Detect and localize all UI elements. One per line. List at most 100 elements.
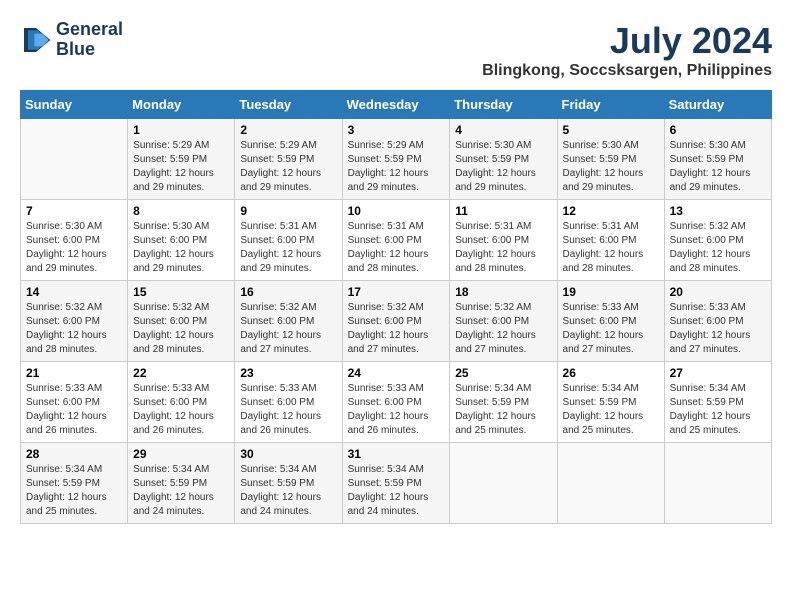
header-monday: Monday bbox=[128, 91, 235, 119]
header-sunday: Sunday bbox=[21, 91, 128, 119]
day-number: 18 bbox=[455, 285, 551, 299]
day-info: Sunrise: 5:34 AM Sunset: 5:59 PM Dayligh… bbox=[670, 382, 766, 438]
day-info: Sunrise: 5:32 AM Sunset: 6:00 PM Dayligh… bbox=[26, 301, 122, 357]
day-number: 29 bbox=[133, 447, 229, 461]
calendar-cell: 10 Sunrise: 5:31 AM Sunset: 6:00 PM Dayli… bbox=[342, 200, 450, 281]
calendar-cell: 18 Sunrise: 5:32 AM Sunset: 6:00 PM Dayli… bbox=[450, 281, 557, 362]
day-number: 15 bbox=[133, 285, 229, 299]
calendar-cell: 5 Sunrise: 5:30 AM Sunset: 5:59 PM Daylig… bbox=[557, 119, 664, 200]
day-info: Sunrise: 5:31 AM Sunset: 6:00 PM Dayligh… bbox=[240, 220, 336, 276]
calendar-cell: 14 Sunrise: 5:32 AM Sunset: 6:00 PM Dayli… bbox=[21, 281, 128, 362]
day-info: Sunrise: 5:34 AM Sunset: 5:59 PM Dayligh… bbox=[133, 463, 229, 519]
calendar-header-row: SundayMondayTuesdayWednesdayThursdayFrid… bbox=[21, 91, 772, 119]
calendar-cell: 28 Sunrise: 5:34 AM Sunset: 5:59 PM Dayli… bbox=[21, 443, 128, 524]
header-thursday: Thursday bbox=[450, 91, 557, 119]
calendar-cell: 13 Sunrise: 5:32 AM Sunset: 6:00 PM Dayli… bbox=[664, 200, 771, 281]
calendar-cell: 16 Sunrise: 5:32 AM Sunset: 6:00 PM Dayli… bbox=[235, 281, 342, 362]
calendar-cell: 23 Sunrise: 5:33 AM Sunset: 6:00 PM Dayli… bbox=[235, 362, 342, 443]
day-info: Sunrise: 5:34 AM Sunset: 5:59 PM Dayligh… bbox=[26, 463, 122, 519]
day-info: Sunrise: 5:34 AM Sunset: 5:59 PM Dayligh… bbox=[455, 382, 551, 438]
calendar-cell: 27Sunrise: 5:34 AM Sunset: 5:59 PM Dayli… bbox=[664, 362, 771, 443]
calendar-cell: 22Sunrise: 5:33 AM Sunset: 6:00 PM Dayli… bbox=[128, 362, 235, 443]
day-info: Sunrise: 5:30 AM Sunset: 6:00 PM Dayligh… bbox=[26, 220, 122, 276]
page-title: July 2024 bbox=[482, 20, 772, 62]
general-blue-icon bbox=[20, 24, 52, 56]
day-info: Sunrise: 5:30 AM Sunset: 5:59 PM Dayligh… bbox=[670, 139, 766, 195]
logo: General Blue bbox=[20, 20, 123, 60]
day-info: Sunrise: 5:33 AM Sunset: 6:00 PM Dayligh… bbox=[26, 382, 122, 438]
calendar-week-4: 21 Sunrise: 5:33 AM Sunset: 6:00 PM Dayli… bbox=[21, 362, 772, 443]
day-info: Sunrise: 5:33 AM Sunset: 6:00 PM Dayligh… bbox=[240, 382, 336, 438]
header-friday: Friday bbox=[557, 91, 664, 119]
day-info: Sunrise: 5:34 AM Sunset: 5:59 PM Dayligh… bbox=[240, 463, 336, 519]
calendar-week-3: 14 Sunrise: 5:32 AM Sunset: 6:00 PM Dayli… bbox=[21, 281, 772, 362]
day-number: 13 bbox=[670, 204, 766, 218]
day-number: 12 bbox=[563, 204, 659, 218]
calendar-cell: 21 Sunrise: 5:33 AM Sunset: 6:00 PM Dayli… bbox=[21, 362, 128, 443]
calendar-cell: 30 Sunrise: 5:34 AM Sunset: 5:59 PM Dayli… bbox=[235, 443, 342, 524]
day-number: 21 bbox=[26, 366, 122, 380]
day-info: Sunrise: 5:29 AM Sunset: 5:59 PM Dayligh… bbox=[348, 139, 445, 195]
calendar-cell bbox=[21, 119, 128, 200]
day-info: Sunrise: 5:33 AM Sunset: 6:00 PM Dayligh… bbox=[563, 301, 659, 357]
day-info: Sunrise: 5:32 AM Sunset: 6:00 PM Dayligh… bbox=[240, 301, 336, 357]
calendar-week-2: 7Sunrise: 5:30 AM Sunset: 6:00 PM Daylig… bbox=[21, 200, 772, 281]
day-info: Sunrise: 5:31 AM Sunset: 6:00 PM Dayligh… bbox=[563, 220, 659, 276]
day-number: 3 bbox=[348, 123, 445, 137]
calendar-cell: 11 Sunrise: 5:31 AM Sunset: 6:00 PM Dayli… bbox=[450, 200, 557, 281]
day-number: 5 bbox=[563, 123, 659, 137]
calendar-cell: 9Sunrise: 5:31 AM Sunset: 6:00 PM Daylig… bbox=[235, 200, 342, 281]
day-number: 14 bbox=[26, 285, 122, 299]
calendar-cell: 24Sunrise: 5:33 AM Sunset: 6:00 PM Dayli… bbox=[342, 362, 450, 443]
day-info: Sunrise: 5:32 AM Sunset: 6:00 PM Dayligh… bbox=[348, 301, 445, 357]
day-info: Sunrise: 5:31 AM Sunset: 6:00 PM Dayligh… bbox=[348, 220, 445, 276]
calendar-cell: 6 Sunrise: 5:30 AM Sunset: 5:59 PM Daylig… bbox=[664, 119, 771, 200]
logo-text: General Blue bbox=[56, 20, 123, 60]
day-number: 10 bbox=[348, 204, 445, 218]
day-number: 28 bbox=[26, 447, 122, 461]
day-number: 25 bbox=[455, 366, 551, 380]
page-header: General Blue July 2024 Blingkong, Soccsk… bbox=[20, 20, 772, 80]
day-number: 16 bbox=[240, 285, 336, 299]
calendar-cell: 4Sunrise: 5:30 AM Sunset: 5:59 PM Daylig… bbox=[450, 119, 557, 200]
day-info: Sunrise: 5:30 AM Sunset: 5:59 PM Dayligh… bbox=[563, 139, 659, 195]
day-number: 1 bbox=[133, 123, 229, 137]
calendar-cell: 8Sunrise: 5:30 AM Sunset: 6:00 PM Daylig… bbox=[128, 200, 235, 281]
day-info: Sunrise: 5:34 AM Sunset: 5:59 PM Dayligh… bbox=[348, 463, 445, 519]
day-number: 6 bbox=[670, 123, 766, 137]
calendar-cell: 19 Sunrise: 5:33 AM Sunset: 6:00 PM Dayli… bbox=[557, 281, 664, 362]
day-info: Sunrise: 5:34 AM Sunset: 5:59 PM Dayligh… bbox=[563, 382, 659, 438]
calendar-cell bbox=[450, 443, 557, 524]
day-info: Sunrise: 5:31 AM Sunset: 6:00 PM Dayligh… bbox=[455, 220, 551, 276]
calendar-cell: 2Sunrise: 5:29 AM Sunset: 5:59 PM Daylig… bbox=[235, 119, 342, 200]
day-info: Sunrise: 5:32 AM Sunset: 6:00 PM Dayligh… bbox=[455, 301, 551, 357]
calendar-cell: 15 Sunrise: 5:32 AM Sunset: 6:00 PM Dayli… bbox=[128, 281, 235, 362]
header-saturday: Saturday bbox=[664, 91, 771, 119]
calendar-cell: 25 Sunrise: 5:34 AM Sunset: 5:59 PM Dayli… bbox=[450, 362, 557, 443]
calendar-cell bbox=[557, 443, 664, 524]
day-info: Sunrise: 5:30 AM Sunset: 5:59 PM Dayligh… bbox=[455, 139, 551, 195]
day-number: 19 bbox=[563, 285, 659, 299]
title-section: July 2024 Blingkong, Soccsksargen, Phili… bbox=[482, 20, 772, 80]
day-info: Sunrise: 5:32 AM Sunset: 6:00 PM Dayligh… bbox=[133, 301, 229, 357]
calendar-week-1: 1 Sunrise: 5:29 AM Sunset: 5:59 PM Daylig… bbox=[21, 119, 772, 200]
day-info: Sunrise: 5:33 AM Sunset: 6:00 PM Dayligh… bbox=[133, 382, 229, 438]
calendar-cell: 20 Sunrise: 5:33 AM Sunset: 6:00 PM Dayli… bbox=[664, 281, 771, 362]
calendar-table: SundayMondayTuesdayWednesdayThursdayFrid… bbox=[20, 90, 772, 524]
day-info: Sunrise: 5:33 AM Sunset: 6:00 PM Dayligh… bbox=[348, 382, 445, 438]
day-number: 20 bbox=[670, 285, 766, 299]
calendar-cell: 31 Sunrise: 5:34 AM Sunset: 5:59 PM Dayli… bbox=[342, 443, 450, 524]
calendar-cell: 1Sunrise: 5:29 AM Sunset: 5:59 PM Daylig… bbox=[128, 119, 235, 200]
day-number: 30 bbox=[240, 447, 336, 461]
day-info: Sunrise: 5:29 AM Sunset: 5:59 PM Dayligh… bbox=[240, 139, 336, 195]
day-info: Sunrise: 5:32 AM Sunset: 6:00 PM Dayligh… bbox=[670, 220, 766, 276]
calendar-week-5: 28 Sunrise: 5:34 AM Sunset: 5:59 PM Dayli… bbox=[21, 443, 772, 524]
day-number: 31 bbox=[348, 447, 445, 461]
day-number: 23 bbox=[240, 366, 336, 380]
calendar-cell: 3 Sunrise: 5:29 AM Sunset: 5:59 PM Daylig… bbox=[342, 119, 450, 200]
day-number: 17 bbox=[348, 285, 445, 299]
day-number: 11 bbox=[455, 204, 551, 218]
calendar-cell: 26Sunrise: 5:34 AM Sunset: 5:59 PM Dayli… bbox=[557, 362, 664, 443]
calendar-cell: 17 Sunrise: 5:32 AM Sunset: 6:00 PM Dayli… bbox=[342, 281, 450, 362]
day-info: Sunrise: 5:33 AM Sunset: 6:00 PM Dayligh… bbox=[670, 301, 766, 357]
